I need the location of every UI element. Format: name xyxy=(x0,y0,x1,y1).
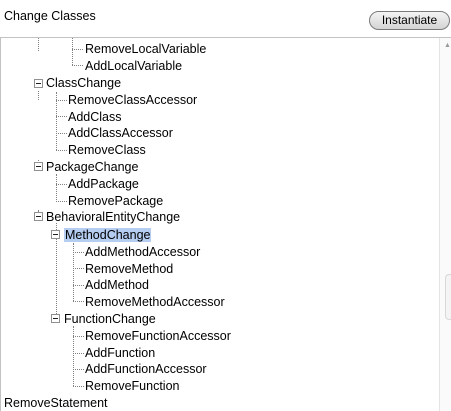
change-classes-tree[interactable]: RemoveLocalVariable AddLocalVariable Cla… xyxy=(0,37,451,411)
tree-item-label: AddFunction xyxy=(85,346,156,360)
tree-item-remove-method-accessor[interactable]: RemoveMethodAccessor xyxy=(85,294,225,310)
tree-item-label: RemoveClassAccessor xyxy=(68,93,198,107)
tree-item-label: AddFunctionAccessor xyxy=(85,362,207,376)
tree-connector xyxy=(73,268,84,269)
tree-item-add-method-accessor[interactable]: AddMethodAccessor xyxy=(85,244,200,260)
tree-connector xyxy=(56,133,67,134)
tree-connector xyxy=(73,326,74,386)
tree-connector xyxy=(38,91,39,100)
tree-item-remove-local-variable[interactable]: RemoveLocalVariable xyxy=(85,41,206,57)
tree-item-label: FunctionChange xyxy=(64,312,156,326)
tree-item-remove-statement[interactable]: RemoveStatement xyxy=(4,395,108,411)
scroll-up-arrow-icon[interactable]: ▲ xyxy=(444,42,451,50)
tree-item-remove-class[interactable]: RemoveClass xyxy=(68,142,146,158)
tree-item-label: RemoveFunctionAccessor xyxy=(85,329,231,343)
tree-connector xyxy=(56,184,67,185)
tree-item-label: RemoveLocalVariable xyxy=(85,42,207,56)
tree-item-label: RemoveClass xyxy=(68,143,146,157)
tree-connector xyxy=(73,353,84,354)
tree-item-add-class[interactable]: AddClass xyxy=(68,109,122,125)
tree-connector xyxy=(72,65,83,66)
tree-item-label: RemoveMethod xyxy=(85,262,174,276)
tree-item-add-method[interactable]: AddMethod xyxy=(85,277,149,293)
tree-item-label: ClassChange xyxy=(46,76,122,90)
tree-item-label: AddClass xyxy=(68,110,122,124)
tree-item-label: RemovePackage xyxy=(68,194,164,208)
tree-item-method-change[interactable]: MethodChange xyxy=(64,227,152,243)
tree-item-class-change[interactable]: ClassChange xyxy=(46,75,121,91)
tree-item-label: AddMethodAccessor xyxy=(85,245,201,259)
tree-item-remove-method[interactable]: RemoveMethod xyxy=(85,261,173,277)
tree-item-label: AddLocalVariable xyxy=(85,59,183,73)
tree-connector xyxy=(73,252,84,253)
tree-connector xyxy=(73,336,84,337)
tree-item-label: AddClassAccessor xyxy=(68,126,173,140)
tree-item-remove-class-accessor[interactable]: RemoveClassAccessor xyxy=(68,92,197,108)
tree-item-label: RemoveStatement xyxy=(4,396,108,410)
tree-item-package-change[interactable]: PackageChange xyxy=(46,159,138,175)
tree-connector xyxy=(73,301,84,302)
tree-item-remove-package[interactable]: RemovePackage xyxy=(68,193,163,209)
tree-item-label: BehavioralEntityChange xyxy=(46,210,181,224)
tree-connector xyxy=(56,201,67,202)
tree-item-remove-function[interactable]: RemoveFunction xyxy=(85,378,180,394)
tree-connector xyxy=(73,386,84,387)
collapse-box-icon[interactable] xyxy=(34,212,43,221)
tree-connector xyxy=(73,285,84,286)
tree-item-remove-function-accessor[interactable]: RemoveFunctionAccessor xyxy=(85,328,231,344)
collapse-box-icon[interactable] xyxy=(34,162,43,171)
tree-item-label: AddPackage xyxy=(68,177,139,191)
scrollbar-thumb[interactable] xyxy=(445,274,451,320)
tree-item-add-function[interactable]: AddFunction xyxy=(85,345,155,361)
tree-connector xyxy=(56,150,67,151)
tree-item-add-package[interactable]: AddPackage xyxy=(68,176,139,192)
tree-item-add-class-accessor[interactable]: AddClassAccessor xyxy=(68,125,173,141)
instantiate-button[interactable]: Instantiate xyxy=(369,11,450,30)
tree-item-label: MethodChange xyxy=(64,228,152,242)
tree-item-add-function-accessor[interactable]: AddFunctionAccessor xyxy=(85,361,207,377)
collapse-box-icon[interactable] xyxy=(51,230,60,239)
panel-header: Change Classes Instantiate xyxy=(0,0,451,32)
tree-connector xyxy=(56,174,57,202)
tree-connector xyxy=(56,100,67,101)
tree-connector xyxy=(73,369,84,370)
tree-item-add-local-variable[interactable]: AddLocalVariable xyxy=(85,58,182,74)
tree-connector xyxy=(72,49,83,50)
tree-item-label: AddMethod xyxy=(85,278,149,292)
tree-item-label: RemoveFunction xyxy=(85,379,180,393)
panel-title: Change Classes xyxy=(4,9,96,23)
tree-connector xyxy=(56,116,67,117)
tree-connector xyxy=(72,38,73,65)
collapse-box-icon[interactable] xyxy=(34,79,43,88)
tree-item-behavioral-entity-change[interactable]: BehavioralEntityChange xyxy=(46,209,180,225)
collapse-box-icon[interactable] xyxy=(51,314,60,323)
tree-item-function-change[interactable]: FunctionChange xyxy=(64,311,156,327)
vertical-scrollbar[interactable]: ▲ xyxy=(439,38,451,411)
tree-item-label: PackageChange xyxy=(46,160,139,174)
tree-item-label: RemoveMethodAccessor xyxy=(85,295,225,309)
tree-connector xyxy=(38,38,39,51)
